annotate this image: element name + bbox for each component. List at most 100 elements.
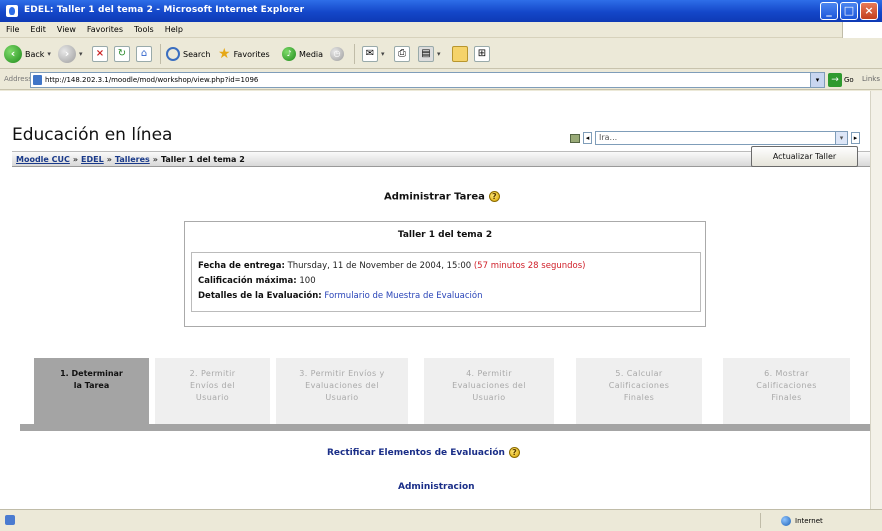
refresh-button[interactable]: ↻ — [114, 44, 130, 64]
forward-button[interactable]: › ▾ — [58, 44, 83, 64]
page-content: Educación en línea ◂ Ira... ▾ ▸ Moodle C… — [0, 91, 870, 509]
window-controls: _ □ × — [820, 2, 878, 20]
step-6-tab[interactable]: 6. Mostrar Calificaciones Finales — [723, 358, 850, 424]
rectify-elements-link[interactable]: Rectificar Elementos de Evaluación — [327, 448, 505, 458]
chevron-down-icon[interactable]: ▾ — [79, 50, 83, 58]
vertical-scrollbar[interactable] — [870, 91, 882, 509]
step-3-tab[interactable]: 3. Permitir Envíos y Evaluaciones del Us… — [276, 358, 408, 424]
stop-button[interactable]: × — [92, 44, 108, 64]
step-label-line: Usuario — [195, 393, 230, 402]
page-status-icon — [5, 515, 15, 525]
minimize-button[interactable]: _ — [820, 2, 838, 20]
links-button[interactable]: Links — [862, 75, 880, 83]
administration-link[interactable]: Administracion — [398, 482, 475, 492]
refresh-icon: ↻ — [114, 46, 130, 62]
step-4-tab[interactable]: 4. Permitir Evaluaciones del Usuario — [424, 358, 554, 424]
window-title-bar[interactable]: EDEL: Taller 1 del tema 2 - Microsoft In… — [0, 0, 882, 22]
favorites-button[interactable]: ★ Favorites — [218, 44, 270, 64]
media-button[interactable]: ♪ Media — [282, 44, 323, 64]
step-label-line: Evaluaciones del — [305, 381, 379, 390]
next-activity-button[interactable]: ▸ — [851, 132, 860, 144]
forward-arrow-icon: › — [58, 45, 76, 63]
address-label: Address — [4, 75, 32, 83]
messenger-icon: ⊞ — [474, 46, 490, 62]
search-button[interactable]: Search — [166, 44, 210, 64]
back-button[interactable]: ‹ Back ▾ — [4, 44, 51, 64]
step-1-tab[interactable]: 1. Determinar la Tarea — [34, 358, 149, 424]
globe-icon — [781, 515, 791, 526]
edit-button[interactable]: ▤ ▾ — [418, 44, 441, 64]
task-details: Fecha de entrega: Thursday, 11 de Novemb… — [191, 252, 701, 312]
step-label-line: Envíos del — [190, 381, 235, 390]
menu-view[interactable]: View — [57, 25, 76, 34]
admin-heading: Administrar Tarea? — [384, 191, 500, 203]
back-label: Back — [25, 49, 45, 59]
update-workshop-button[interactable]: Actualizar Taller — [751, 146, 858, 167]
step-label-line: Evaluaciones del — [452, 381, 526, 390]
breadcrumb-talleres[interactable]: Talleres — [115, 155, 150, 164]
favorites-label: Favorites — [233, 49, 270, 59]
step-label-line: Finales — [771, 393, 802, 402]
search-icon — [166, 47, 180, 61]
jump-menu: ◂ Ira... ▾ ▸ — [570, 131, 860, 145]
history-button[interactable]: ◷ — [330, 44, 344, 64]
address-bar: Address http://148.202.3.1/moodle/mod/wo… — [0, 70, 882, 90]
chevron-down-icon[interactable]: ▾ — [835, 132, 847, 144]
menu-tools[interactable]: Tools — [134, 25, 154, 34]
step-label-line: 4. Permitir — [466, 369, 512, 378]
menu-file[interactable]: File — [6, 25, 19, 34]
activity-icon — [570, 133, 580, 143]
step-5-tab[interactable]: 5. Calcular Calificaciones Finales — [576, 358, 702, 424]
chevron-down-icon[interactable]: ▾ — [810, 73, 824, 87]
due-date-label: Fecha de entrega: — [198, 261, 285, 271]
breadcrumb-separator: » — [72, 155, 79, 164]
mail-button[interactable]: ✉ ▾ — [362, 44, 385, 64]
mail-icon: ✉ — [362, 46, 378, 62]
step-label-line: Calificaciones — [756, 381, 817, 390]
jump-select[interactable]: Ira... ▾ — [595, 131, 848, 145]
breadcrumb-moodle-cuc[interactable]: Moodle CUC — [16, 155, 70, 164]
chevron-down-icon[interactable]: ▾ — [381, 50, 385, 58]
window-title: EDEL: Taller 1 del tema 2 - Microsoft In… — [24, 5, 305, 15]
toolbar-divider — [354, 44, 355, 64]
go-arrow-icon: → — [828, 73, 842, 87]
go-button[interactable]: → Go — [828, 73, 854, 87]
home-button[interactable]: ⌂ — [136, 44, 152, 64]
step-label-line: 2. Permitir — [189, 369, 236, 378]
step-2-tab[interactable]: 2. Permitir Envíos del Usuario — [155, 358, 270, 424]
step-label-line: Usuario — [325, 393, 359, 402]
breadcrumb-edel[interactable]: EDEL — [81, 155, 104, 164]
evaluation-label: Detalles de la Evaluación: — [198, 291, 322, 301]
folder-icon — [452, 46, 468, 62]
chevron-down-icon[interactable]: ▾ — [437, 50, 441, 58]
evaluation-form-link[interactable]: Formulario de Muestra de Evaluación — [324, 291, 482, 301]
close-button[interactable]: × — [860, 2, 878, 20]
admin-heading-text: Administrar Tarea — [384, 191, 485, 203]
rectify-link-row: Rectificar Elementos de Evaluación? — [327, 447, 520, 458]
help-icon[interactable]: ? — [488, 191, 500, 202]
menu-help[interactable]: Help — [165, 25, 183, 34]
address-input[interactable]: http://148.202.3.1/moodle/mod/workshop/v… — [30, 72, 825, 88]
edit-icon: ▤ — [418, 46, 434, 62]
chevron-down-icon[interactable]: ▾ — [47, 50, 51, 58]
breadcrumb-separator: » — [152, 155, 158, 164]
prev-activity-button[interactable]: ◂ — [583, 132, 592, 144]
site-title: Educación en línea — [12, 125, 173, 145]
max-grade-label: Calificación máxima: — [198, 276, 297, 286]
menu-bar: File Edit View Favorites Tools Help — [0, 22, 882, 38]
menu-edit[interactable]: Edit — [30, 25, 46, 34]
maximize-button[interactable]: □ — [840, 2, 858, 20]
ie-icon — [6, 5, 18, 17]
evaluation-row: Detalles de la Evaluación: Formulario de… — [198, 289, 694, 304]
due-date-value: Thursday, 11 de November de 2004, 15:00 — [287, 261, 472, 271]
menu-favorites[interactable]: Favorites — [87, 25, 123, 34]
print-button[interactable]: ⎙ — [394, 44, 410, 64]
help-icon[interactable]: ? — [508, 447, 520, 458]
folder-button[interactable] — [452, 44, 468, 64]
media-label: Media — [299, 49, 324, 59]
task-title: Taller 1 del tema 2 — [397, 230, 493, 240]
go-label: Go — [844, 76, 854, 84]
history-icon: ◷ — [330, 47, 344, 61]
jump-select-value: Ira... — [599, 133, 618, 142]
messenger-button[interactable]: ⊞ — [474, 44, 490, 64]
